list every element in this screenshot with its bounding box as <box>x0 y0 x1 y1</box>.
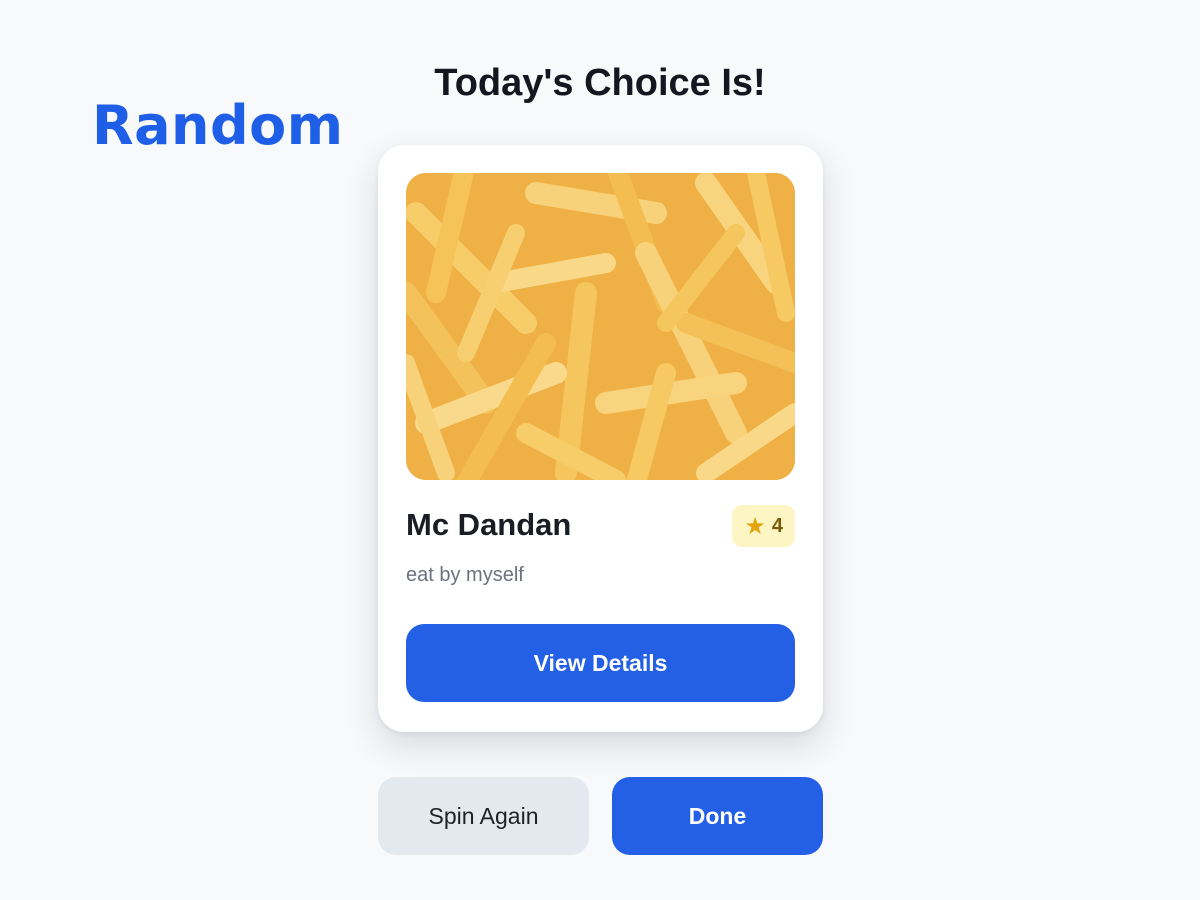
app-root: Random Today's Choice Is! Mc Dandan ★ 4 … <box>0 0 1200 900</box>
page-title: Today's Choice Is! <box>434 62 766 104</box>
restaurant-name: Mc Dandan <box>406 507 572 542</box>
food-photo <box>406 173 795 480</box>
restaurant-card: Mc Dandan ★ 4 eat by myself View Details <box>378 145 823 732</box>
spin-again-button[interactable]: Spin Again <box>378 777 589 855</box>
rating-value: 4 <box>771 514 783 537</box>
restaurant-subtitle: eat by myself <box>406 564 524 586</box>
rating-badge: ★ 4 <box>732 505 795 547</box>
view-details-button[interactable]: View Details <box>406 624 795 702</box>
star-icon: ★ <box>744 512 766 540</box>
done-button[interactable]: Done <box>612 777 823 855</box>
